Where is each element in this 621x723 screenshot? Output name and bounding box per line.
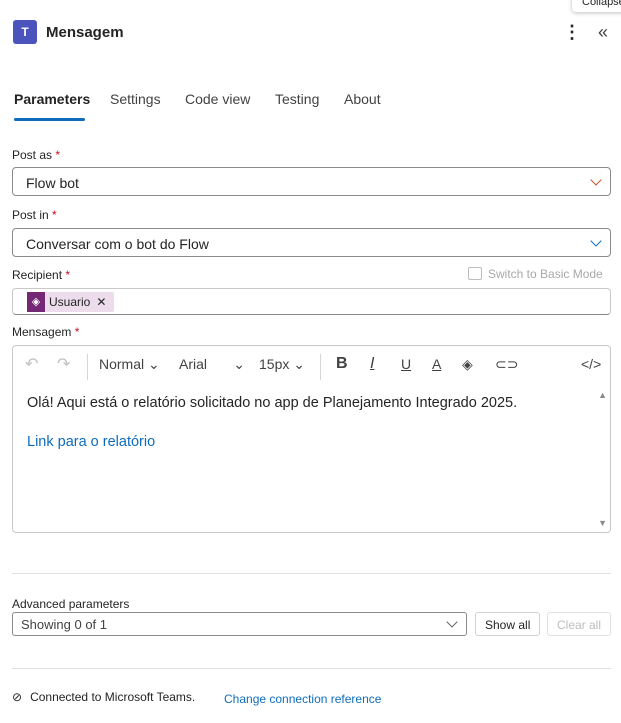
post-in-select[interactable]: Conversar com o bot do Flow (12, 228, 611, 257)
collapse-tooltip: Collapse (572, 0, 621, 12)
switch-to-basic-mode-button[interactable]: Switch to Basic Mode (468, 267, 603, 281)
advanced-parameters-label: Advanced parameters (12, 597, 130, 611)
divider (12, 573, 611, 574)
post-in-value: Conversar com o bot do Flow (26, 236, 209, 252)
post-in-label: Post in * (12, 208, 57, 222)
post-as-value: Flow bot (26, 175, 79, 191)
mensagem-label: Mensagem * (12, 325, 80, 339)
font-color-icon[interactable]: A (432, 356, 441, 372)
remove-token-icon[interactable]: ✕ (94, 295, 114, 309)
chevron-down-icon (590, 174, 602, 186)
tab-about[interactable]: About (344, 91, 381, 107)
style-dropdown[interactable]: Normal ⌄ (99, 356, 160, 373)
highlight-color-icon[interactable]: ◈ (462, 356, 473, 373)
post-as-select[interactable]: Flow bot (12, 167, 611, 196)
tab-testing[interactable]: Testing (275, 91, 319, 107)
tab-parameters[interactable]: Parameters (14, 91, 90, 107)
recipient-label: Recipient * (12, 268, 71, 282)
divider (12, 668, 611, 669)
token-label: Usuario (49, 295, 91, 309)
connection-status: ⊘ Connected to Microsoft Teams. (12, 690, 196, 704)
italic-icon[interactable]: I (370, 355, 374, 373)
redo-icon[interactable]: ↷ (57, 354, 70, 374)
scroll-up-icon[interactable]: ▲ (598, 390, 607, 400)
scroll-down-icon[interactable]: ▼ (598, 518, 607, 528)
show-all-button[interactable]: Show all (475, 612, 541, 636)
more-options-icon[interactable]: ⋮ (563, 22, 581, 43)
code-view-icon[interactable]: </> (581, 356, 601, 372)
dynamic-content-icon: ◈ (27, 292, 45, 312)
undo-icon[interactable]: ↶ (25, 354, 38, 374)
chevron-down-icon (590, 235, 602, 247)
teams-logo-icon: T (13, 20, 37, 44)
clear-all-button[interactable]: Clear all (547, 612, 611, 636)
change-connection-link[interactable]: Change connection reference (224, 692, 381, 706)
toolbar-divider (320, 354, 321, 380)
active-tab-indicator (14, 118, 85, 121)
recipient-field[interactable]: ◈ Usuario ✕ (12, 288, 611, 315)
report-link[interactable]: Link para o relatório (27, 434, 155, 450)
recipient-token: ◈ Usuario ✕ (27, 292, 115, 312)
tab-code-view[interactable]: Code view (185, 91, 250, 107)
bold-icon[interactable]: B (336, 355, 348, 373)
font-dropdown[interactable]: Arial ⌄ (179, 356, 245, 372)
collapse-panel-icon[interactable]: « (598, 22, 608, 43)
message-text: Olá! Aqui está o relatório solicitado no… (27, 395, 518, 411)
post-as-label: Post as * (12, 148, 61, 162)
underline-icon[interactable]: U (401, 356, 411, 372)
link-icon[interactable]: ⊂⊃ (495, 356, 518, 373)
chevron-down-icon (446, 616, 458, 628)
tab-settings[interactable]: Settings (110, 91, 161, 107)
message-editor[interactable]: ↶ ↷ Normal ⌄ Arial ⌄ 15px ⌄ B I U A ◈ ⊂⊃ … (12, 345, 611, 533)
switch-mode-icon (468, 267, 482, 280)
connection-icon: ⊘ (12, 690, 23, 704)
advanced-parameters-select[interactable]: Showing 0 of 1 (12, 612, 467, 636)
toolbar-divider (87, 354, 88, 380)
size-dropdown[interactable]: 15px ⌄ (259, 356, 305, 373)
panel-title: Mensagem (46, 24, 124, 41)
